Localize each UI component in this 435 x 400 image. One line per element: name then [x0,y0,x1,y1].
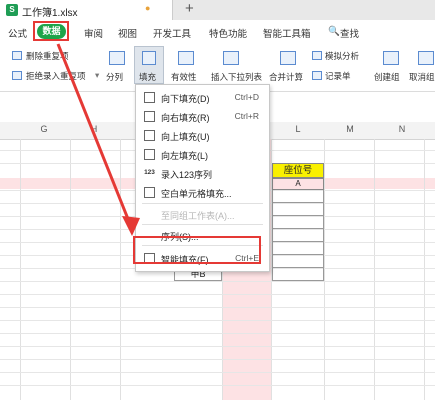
grid-line [324,139,325,400]
menu-item-to-group-sheets: 至同组工作表(A)... [136,205,269,224]
table-cell[interactable] [272,268,324,281]
menu-item-fill-left[interactable]: 向左填充(L) [136,145,269,164]
tab-features[interactable]: 特色功能 [209,26,247,40]
create-group-icon [383,51,399,65]
reject-duplicates-dropdown-icon[interactable]: ▾ [95,70,99,81]
split-icon [109,51,125,65]
ungroup-icon [418,51,434,65]
menu-item-label: 录入123序列 [161,170,213,180]
table-cell[interactable] [272,255,324,268]
menu-separator [142,224,263,225]
grid-line [0,385,435,386]
tab-data-highlight [33,21,69,41]
menu-item-fill-down[interactable]: 向下填充(D) Ctrl+D [136,88,269,107]
column-header-h[interactable]: H [84,124,104,134]
create-group-button[interactable]: 创建组 [374,71,400,83]
menu-separator [142,203,263,204]
consolidate-icon [280,51,296,65]
menu-item-shortcut: Ctrl+D [234,92,259,102]
record-form-button[interactable]: 记录单 [325,70,351,82]
column-header-l[interactable]: L [288,124,308,134]
table-cell[interactable] [272,203,324,216]
tab-developer[interactable]: 开发工具 [153,26,191,40]
seat-number-cell[interactable]: A [272,178,324,190]
column-header-m[interactable]: M [340,124,360,134]
grid-line [0,359,435,360]
remove-duplicates-button[interactable]: 删除重复项 [26,50,69,62]
file-name: 工作簿1.xlsx [22,8,78,19]
grid-line [0,372,435,373]
grid-line [0,294,435,295]
table-cell[interactable] [272,190,324,203]
sequence-icon: 123 [144,168,155,179]
dropdown-list-icon [223,51,239,65]
tab-review[interactable]: 审阅 [84,26,103,40]
grid-line [0,281,435,282]
simulate-analysis-button[interactable]: 模拟分析 [325,50,359,62]
menu-item-label: 向左填充(L) [161,151,208,161]
fill-icon [142,51,156,65]
grid-line [70,139,71,400]
validity-button[interactable]: 有效性 [171,71,197,83]
tab-formula[interactable]: 公式 [8,26,27,40]
split-button[interactable]: 分列 [106,71,123,83]
tab-view[interactable]: 视图 [118,26,137,40]
insert-dropdown-list-button[interactable]: 插入下拉列表 [211,71,262,83]
grid-line [20,139,21,400]
tab-smart-toolbox[interactable]: 智能工具箱 [263,26,311,40]
menu-item-shortcut: Ctrl+R [234,111,259,121]
remove-duplicates-icon [12,51,22,60]
new-tab-button[interactable]: + [185,0,194,17]
grid-line [374,139,375,400]
blank-fill-icon [144,187,155,198]
tab-search[interactable]: 查找 [340,26,359,40]
menu-item-sequence-123[interactable]: 123 录入123序列 [136,164,269,183]
menu-item-label: 空白单元格填充... [161,189,232,199]
fill-label: 填充 [139,72,157,82]
column-header-g[interactable]: G [34,124,54,134]
fill-right-icon [144,111,155,122]
menu-item-label: 向右填充(R) [161,113,210,123]
validity-icon [178,51,194,65]
grid-line [120,139,121,400]
record-form-icon [312,71,322,80]
consolidate-button[interactable]: 合并计算 [269,71,303,83]
table-cell[interactable] [272,216,324,229]
menu-item-label: 向上填充(U) [161,132,210,142]
menu-item-label: 向下填充(D) [161,94,210,104]
table-cell[interactable] [272,229,324,242]
fill-left-icon [144,149,155,160]
grid-line [0,346,435,347]
column-header-n[interactable]: N [392,124,412,134]
fill-up-icon [144,130,155,141]
reject-duplicates-button[interactable]: 拒绝录入重复项 [26,70,86,82]
grid-line [0,320,435,321]
grid-line [0,307,435,308]
ungroup-button[interactable]: 取消组 [409,71,435,83]
fill-down-icon [144,92,155,103]
menu-item-fill-right[interactable]: 向右填充(R) Ctrl+R [136,107,269,126]
menu-item-blank-fill[interactable]: 空白单元格填充... [136,183,269,202]
unsaved-dot-icon: ● [145,3,151,13]
simulate-icon [312,51,322,60]
grid-line [0,333,435,334]
spreadsheet-app-icon: S [6,4,18,16]
reject-duplicates-icon [12,71,22,80]
table-cell[interactable] [272,242,324,255]
grid-line [424,139,425,400]
seat-number-header-cell[interactable]: 座位号 [272,163,324,178]
smart-fill-highlight [133,236,261,264]
menu-item-label: 至同组工作表(A)... [161,211,235,221]
search-icon: 🔍 [328,26,340,37]
menu-item-fill-up[interactable]: 向上填充(U) [136,126,269,145]
